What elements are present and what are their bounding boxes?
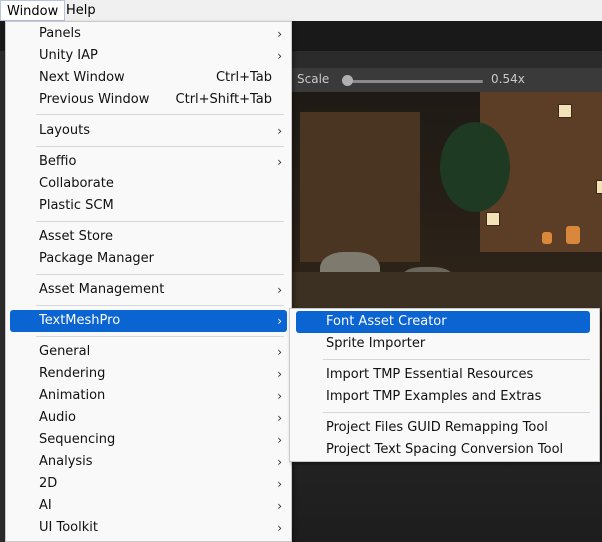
chevron-right-icon: › [277, 477, 282, 491]
textmeshpro-submenu: Font Asset Creator Sprite Importer Impor… [289, 308, 600, 462]
menu-item-label: Next Window [39, 70, 125, 85]
menu-item-label: Previous Window [39, 92, 150, 107]
menu-item-asset-store[interactable]: Asset Store [10, 226, 287, 248]
menu-item-label: Beffio [39, 154, 77, 169]
chevron-right-icon: › [277, 27, 282, 41]
menu-item-shortcut: Ctrl+Shift+Tab [175, 92, 272, 107]
window-dropdown-menu: Panels › Unity IAP › Next Window Ctrl+Ta… [5, 21, 292, 542]
chevron-right-icon: › [277, 283, 282, 297]
menu-item-shortcut: Ctrl+Tab [215, 70, 272, 85]
menu-item-sequencing[interactable]: Sequencing › [10, 429, 287, 451]
menu-item-label: Import TMP Examples and Extras [326, 389, 542, 404]
chevron-right-icon: › [277, 499, 282, 513]
submenu-item-guid-remapping-tool[interactable]: Project Files GUID Remapping Tool [296, 417, 590, 439]
menu-item-label: Panels [39, 26, 81, 41]
submenu-item-import-tmp-examples-and-extras[interactable]: Import TMP Examples and Extras [296, 386, 590, 408]
chevron-right-icon: › [277, 411, 282, 425]
scale-value: 0.54x [491, 72, 525, 86]
menu-separator [323, 412, 590, 413]
menu-item-label: Analysis [39, 454, 93, 469]
menu-separator [36, 274, 284, 275]
scene-window [558, 104, 572, 118]
submenu-item-sprite-importer[interactable]: Sprite Importer [296, 333, 590, 355]
menu-separator [323, 359, 590, 360]
scale-slider-handle[interactable] [341, 75, 353, 86]
menu-help[interactable]: Help [60, 0, 102, 21]
menu-item-ui-toolkit[interactable]: UI Toolkit › [10, 517, 287, 539]
menu-item-textmeshpro[interactable]: TextMeshPro › [10, 310, 287, 332]
menu-item-ai[interactable]: AI › [10, 495, 287, 517]
menu-item-animation[interactable]: Animation › [10, 385, 287, 407]
menu-item-plastic-scm[interactable]: Plastic SCM [10, 195, 287, 217]
scale-slider-track[interactable] [343, 80, 483, 83]
chevron-right-icon: › [277, 345, 282, 359]
menu-item-label: AI [39, 498, 52, 513]
menu-item-label: Package Manager [39, 251, 155, 266]
menu-item-general[interactable]: General › [10, 341, 287, 363]
menu-item-label: 2D [39, 476, 58, 491]
menu-bar: Window Help [0, 0, 602, 21]
menu-item-label: Rendering [39, 366, 106, 381]
menu-item-label: Unity IAP [39, 48, 98, 63]
chevron-right-icon: › [277, 155, 282, 169]
menu-item-label: Font Asset Creator [326, 314, 447, 329]
menu-item-2d[interactable]: 2D › [10, 473, 287, 495]
menu-item-rendering[interactable]: Rendering › [10, 363, 287, 385]
chevron-right-icon: › [277, 49, 282, 63]
scene-tree [440, 122, 510, 212]
scene-building [300, 112, 420, 262]
scale-label: Scale [297, 72, 330, 86]
menu-item-previous-window[interactable]: Previous Window Ctrl+Shift+Tab [10, 89, 287, 111]
menu-item-panels[interactable]: Panels › [10, 23, 287, 45]
menu-item-layouts[interactable]: Layouts › [10, 120, 287, 142]
menu-item-collaborate[interactable]: Collaborate [10, 173, 287, 195]
menu-item-beffio[interactable]: Beffio › [10, 151, 287, 173]
menu-separator [36, 146, 284, 147]
scene-ground [290, 272, 602, 312]
menu-item-label: Audio [39, 410, 76, 425]
chevron-right-icon: › [277, 433, 282, 447]
menu-separator [36, 221, 284, 222]
menu-item-package-manager[interactable]: Package Manager [10, 248, 287, 270]
chevron-right-icon: › [277, 314, 282, 328]
submenu-item-text-spacing-conversion-tool[interactable]: Project Text Spacing Conversion Tool [296, 439, 590, 461]
scene-window [486, 212, 500, 226]
menu-item-label: General [39, 344, 91, 359]
menu-item-label: Import TMP Essential Resources [326, 367, 534, 382]
menu-item-asset-management[interactable]: Asset Management › [10, 279, 287, 301]
menu-item-label: Project Text Spacing Conversion Tool [326, 442, 564, 457]
menu-item-label: Project Files GUID Remapping Tool [326, 420, 548, 435]
menu-item-label: Asset Store [39, 229, 114, 244]
menu-item-audio[interactable]: Audio › [10, 407, 287, 429]
chevron-right-icon: › [277, 455, 282, 469]
menu-item-label: Layouts [39, 123, 90, 138]
submenu-item-font-asset-creator[interactable]: Font Asset Creator [296, 311, 590, 333]
menu-item-label: Asset Management [39, 282, 165, 297]
scene-light [566, 226, 580, 244]
scene-window [596, 180, 602, 194]
chevron-right-icon: › [277, 389, 282, 403]
menu-separator [36, 114, 284, 115]
menu-item-label: UI Toolkit [39, 520, 98, 535]
scene-light [542, 232, 552, 244]
menu-item-label: Sequencing [39, 432, 116, 447]
chevron-right-icon: › [277, 124, 282, 138]
chevron-right-icon: › [277, 367, 282, 381]
menu-separator [36, 336, 284, 337]
menu-item-label: Animation [39, 388, 106, 403]
menu-separator [36, 305, 284, 306]
menu-item-next-window[interactable]: Next Window Ctrl+Tab [10, 67, 287, 89]
menu-item-unity-iap[interactable]: Unity IAP › [10, 45, 287, 67]
menu-item-label: Collaborate [39, 176, 114, 191]
submenu-item-import-tmp-essential-resources[interactable]: Import TMP Essential Resources [296, 364, 590, 386]
chevron-right-icon: › [277, 521, 282, 535]
menu-item-label: Plastic SCM [39, 198, 114, 213]
menu-item-analysis[interactable]: Analysis › [10, 451, 287, 473]
menu-window[interactable]: Window [0, 0, 66, 21]
menu-item-label: TextMeshPro [39, 313, 121, 328]
menu-item-label: Sprite Importer [326, 336, 426, 351]
